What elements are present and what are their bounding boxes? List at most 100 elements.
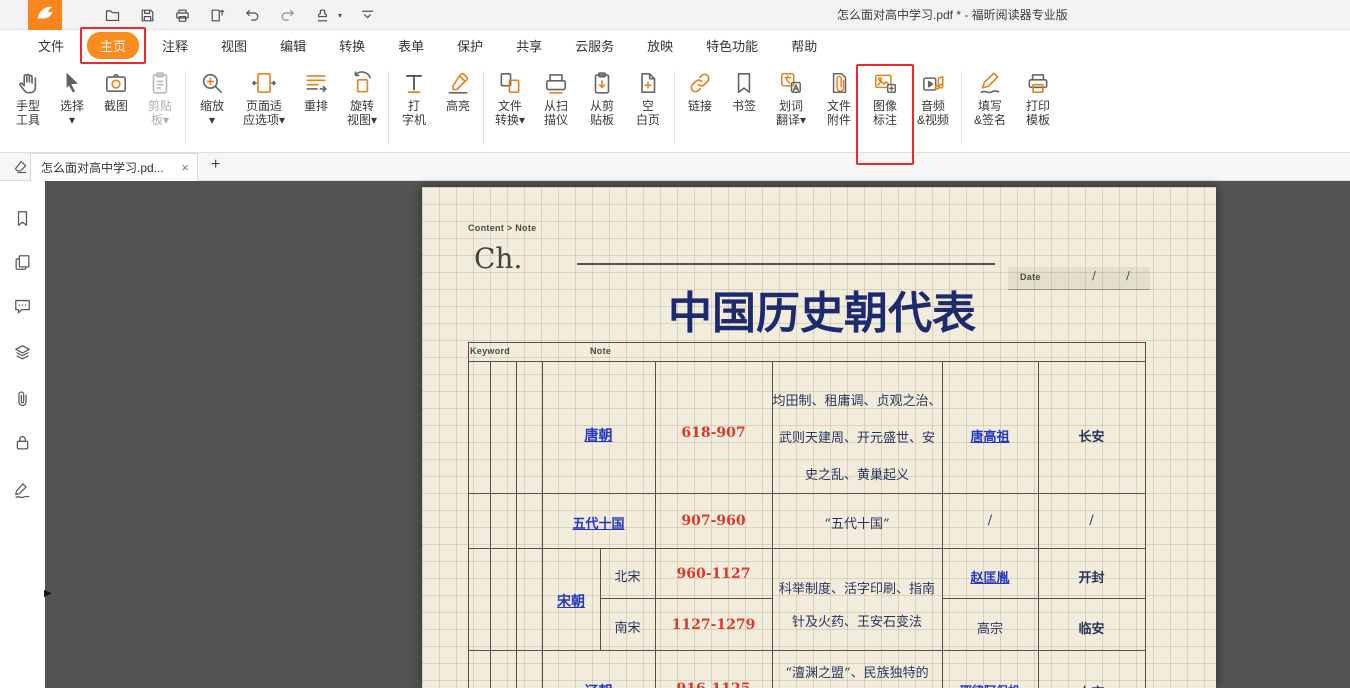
note-line: 针及火药、王安石变法	[772, 611, 942, 630]
comments-panel-icon[interactable]	[13, 297, 33, 317]
translate-icon	[778, 69, 804, 96]
tool-blank-page-label: 空 白页	[636, 99, 660, 127]
founder-link[interactable]: 耶律阿保机	[942, 682, 1038, 688]
tool-print-template[interactable]: 打印 模板	[1015, 69, 1061, 127]
tool-fill-sign[interactable]: 填写 &签名	[965, 69, 1015, 127]
dynasty-link[interactable]: 辽朝	[542, 681, 655, 688]
tool-print-template-label: 打印 模板	[1026, 99, 1050, 127]
row-line-segment	[942, 598, 1145, 599]
tool-audio-video[interactable]: 音频 &视频	[908, 69, 958, 127]
menu-share[interactable]: 共享	[506, 32, 552, 59]
new-tab-icon[interactable]: +	[211, 156, 220, 174]
tool-rotate-view[interactable]: 旋转 视图▾	[339, 69, 385, 127]
navigation-sidebar	[0, 181, 45, 688]
tool-bookmark[interactable]: 书签	[722, 69, 766, 113]
tool-hand[interactable]: 手型 工具	[6, 69, 50, 127]
table-vline	[490, 361, 491, 688]
menu-view[interactable]: 视图	[211, 32, 257, 59]
ribbon-separator	[961, 71, 962, 145]
layers-panel-icon[interactable]	[13, 343, 33, 363]
menu-present[interactable]: 放映	[637, 32, 683, 59]
menu-cloud[interactable]: 云服务	[565, 32, 624, 59]
tool-file-attachment-label: 文件 附件	[827, 99, 851, 127]
note-line: 史之乱、黄巢起义	[772, 464, 942, 483]
signature-panel-icon[interactable]	[13, 481, 33, 501]
tool-from-clipboard-label: 从剪 贴板	[590, 99, 614, 127]
tool-clipboard[interactable]: 剪贴 板▾	[138, 69, 182, 127]
menu-help[interactable]: 帮助	[781, 32, 827, 59]
dynasty-years: 916-1125	[655, 681, 772, 688]
date-label: Date	[1020, 272, 1041, 282]
tool-reflow-label: 重排	[304, 99, 328, 113]
menu-file[interactable]: 文件	[28, 32, 74, 59]
note-line: 科举制度、活字印刷、指南	[772, 578, 942, 597]
quick-pen-icon[interactable]	[12, 158, 29, 180]
note-line: 武则天建周、开元盛世、安	[772, 427, 942, 446]
date-slash: /	[1118, 269, 1138, 282]
stamp-dropdown-caret-icon[interactable]: ▾	[338, 11, 342, 20]
app-logo[interactable]	[28, 0, 62, 30]
menu-features[interactable]: 特色功能	[696, 32, 768, 59]
document-tab[interactable]: 怎么面对高中学习.pd... ×	[30, 153, 198, 181]
hand-icon	[15, 69, 41, 96]
menu-convert[interactable]: 转换	[329, 32, 375, 59]
sub-dynasty-cell: 南宋	[600, 617, 655, 636]
tool-select-label: 选择 ▾	[60, 99, 84, 127]
founder-link[interactable]: 唐高祖	[942, 426, 1038, 445]
founder-link[interactable]: 赵匡胤	[942, 567, 1038, 586]
export-icon[interactable]	[207, 5, 227, 25]
undo-icon[interactable]	[242, 5, 262, 25]
tool-clipboard-label: 剪贴 板▾	[148, 99, 172, 127]
menu-protect[interactable]: 保护	[447, 32, 493, 59]
tool-bookmark-label: 书签	[732, 99, 756, 113]
menu-comment[interactable]: 注释	[152, 32, 198, 59]
open-folder-icon[interactable]	[102, 5, 122, 25]
attachments-panel-icon[interactable]	[13, 389, 33, 409]
fill-sign-icon	[977, 69, 1003, 96]
tool-snapshot-label: 截图	[104, 99, 128, 113]
tool-file-attachment[interactable]: 文件 附件	[816, 69, 862, 127]
dynasty-link[interactable]: 五代十国	[542, 513, 655, 532]
ribbon-separator	[185, 71, 186, 145]
title-bar: ▾ 怎么面对高中学习.pdf * - 福昕阅读器专业版	[0, 0, 1350, 30]
dynasty-link[interactable]: 唐朝	[542, 425, 655, 445]
tool-blank-page[interactable]: 空 白页	[625, 69, 671, 127]
panel-expand-arrow-icon[interactable]: ▶	[44, 588, 52, 599]
tool-translate-label: 划词 翻译▾	[776, 99, 806, 127]
ribbon-separator	[483, 71, 484, 145]
tool-translate[interactable]: 划词 翻译▾	[766, 69, 816, 127]
tool-from-scanner[interactable]: 从扫 描仪	[533, 69, 579, 127]
stamp-icon[interactable]	[312, 5, 332, 25]
tool-fit-page[interactable]: 页面适 应选项▾	[235, 69, 293, 127]
tool-reflow[interactable]: 重排	[293, 69, 339, 113]
tool-image-annotation[interactable]: 图像 标注	[862, 69, 908, 127]
capital-cell: 长安	[1038, 426, 1145, 445]
dynasty-link[interactable]: 宋朝	[542, 591, 600, 611]
tool-snapshot[interactable]: 截图	[94, 69, 138, 113]
tab-close-icon[interactable]: ×	[181, 160, 189, 175]
tool-zoom[interactable]: 缩放 ▾	[189, 69, 235, 127]
tool-typewriter[interactable]: 打 字机	[392, 69, 436, 127]
tool-file-convert[interactable]: 文件 转换▾	[487, 69, 533, 127]
tool-select[interactable]: 选择 ▾	[50, 69, 94, 127]
tool-link[interactable]: 链接	[678, 69, 722, 113]
menu-home[interactable]: 主页	[87, 32, 139, 59]
tool-link-label: 链接	[688, 99, 712, 113]
save-icon[interactable]	[137, 5, 157, 25]
note-label: Note	[590, 346, 611, 356]
chapter-label: Ch.	[474, 242, 522, 275]
menu-edit[interactable]: 编辑	[270, 32, 316, 59]
menu-form[interactable]: 表单	[388, 32, 434, 59]
quick-access-toolbar: ▾	[102, 0, 377, 30]
pages-panel-icon[interactable]	[13, 253, 33, 273]
image-annotation-icon	[872, 69, 898, 96]
bookmarks-panel-icon[interactable]	[13, 209, 33, 229]
security-panel-icon[interactable]	[13, 433, 33, 453]
tool-from-clipboard[interactable]: 从剪 贴板	[579, 69, 625, 127]
file-convert-icon	[497, 69, 523, 96]
tool-audio-video-label: 音频 &视频	[917, 99, 949, 127]
tool-highlight[interactable]: 高亮	[436, 69, 480, 113]
print-icon[interactable]	[172, 5, 192, 25]
redo-icon[interactable]	[277, 5, 297, 25]
collapse-ribbon-icon[interactable]	[357, 5, 377, 25]
